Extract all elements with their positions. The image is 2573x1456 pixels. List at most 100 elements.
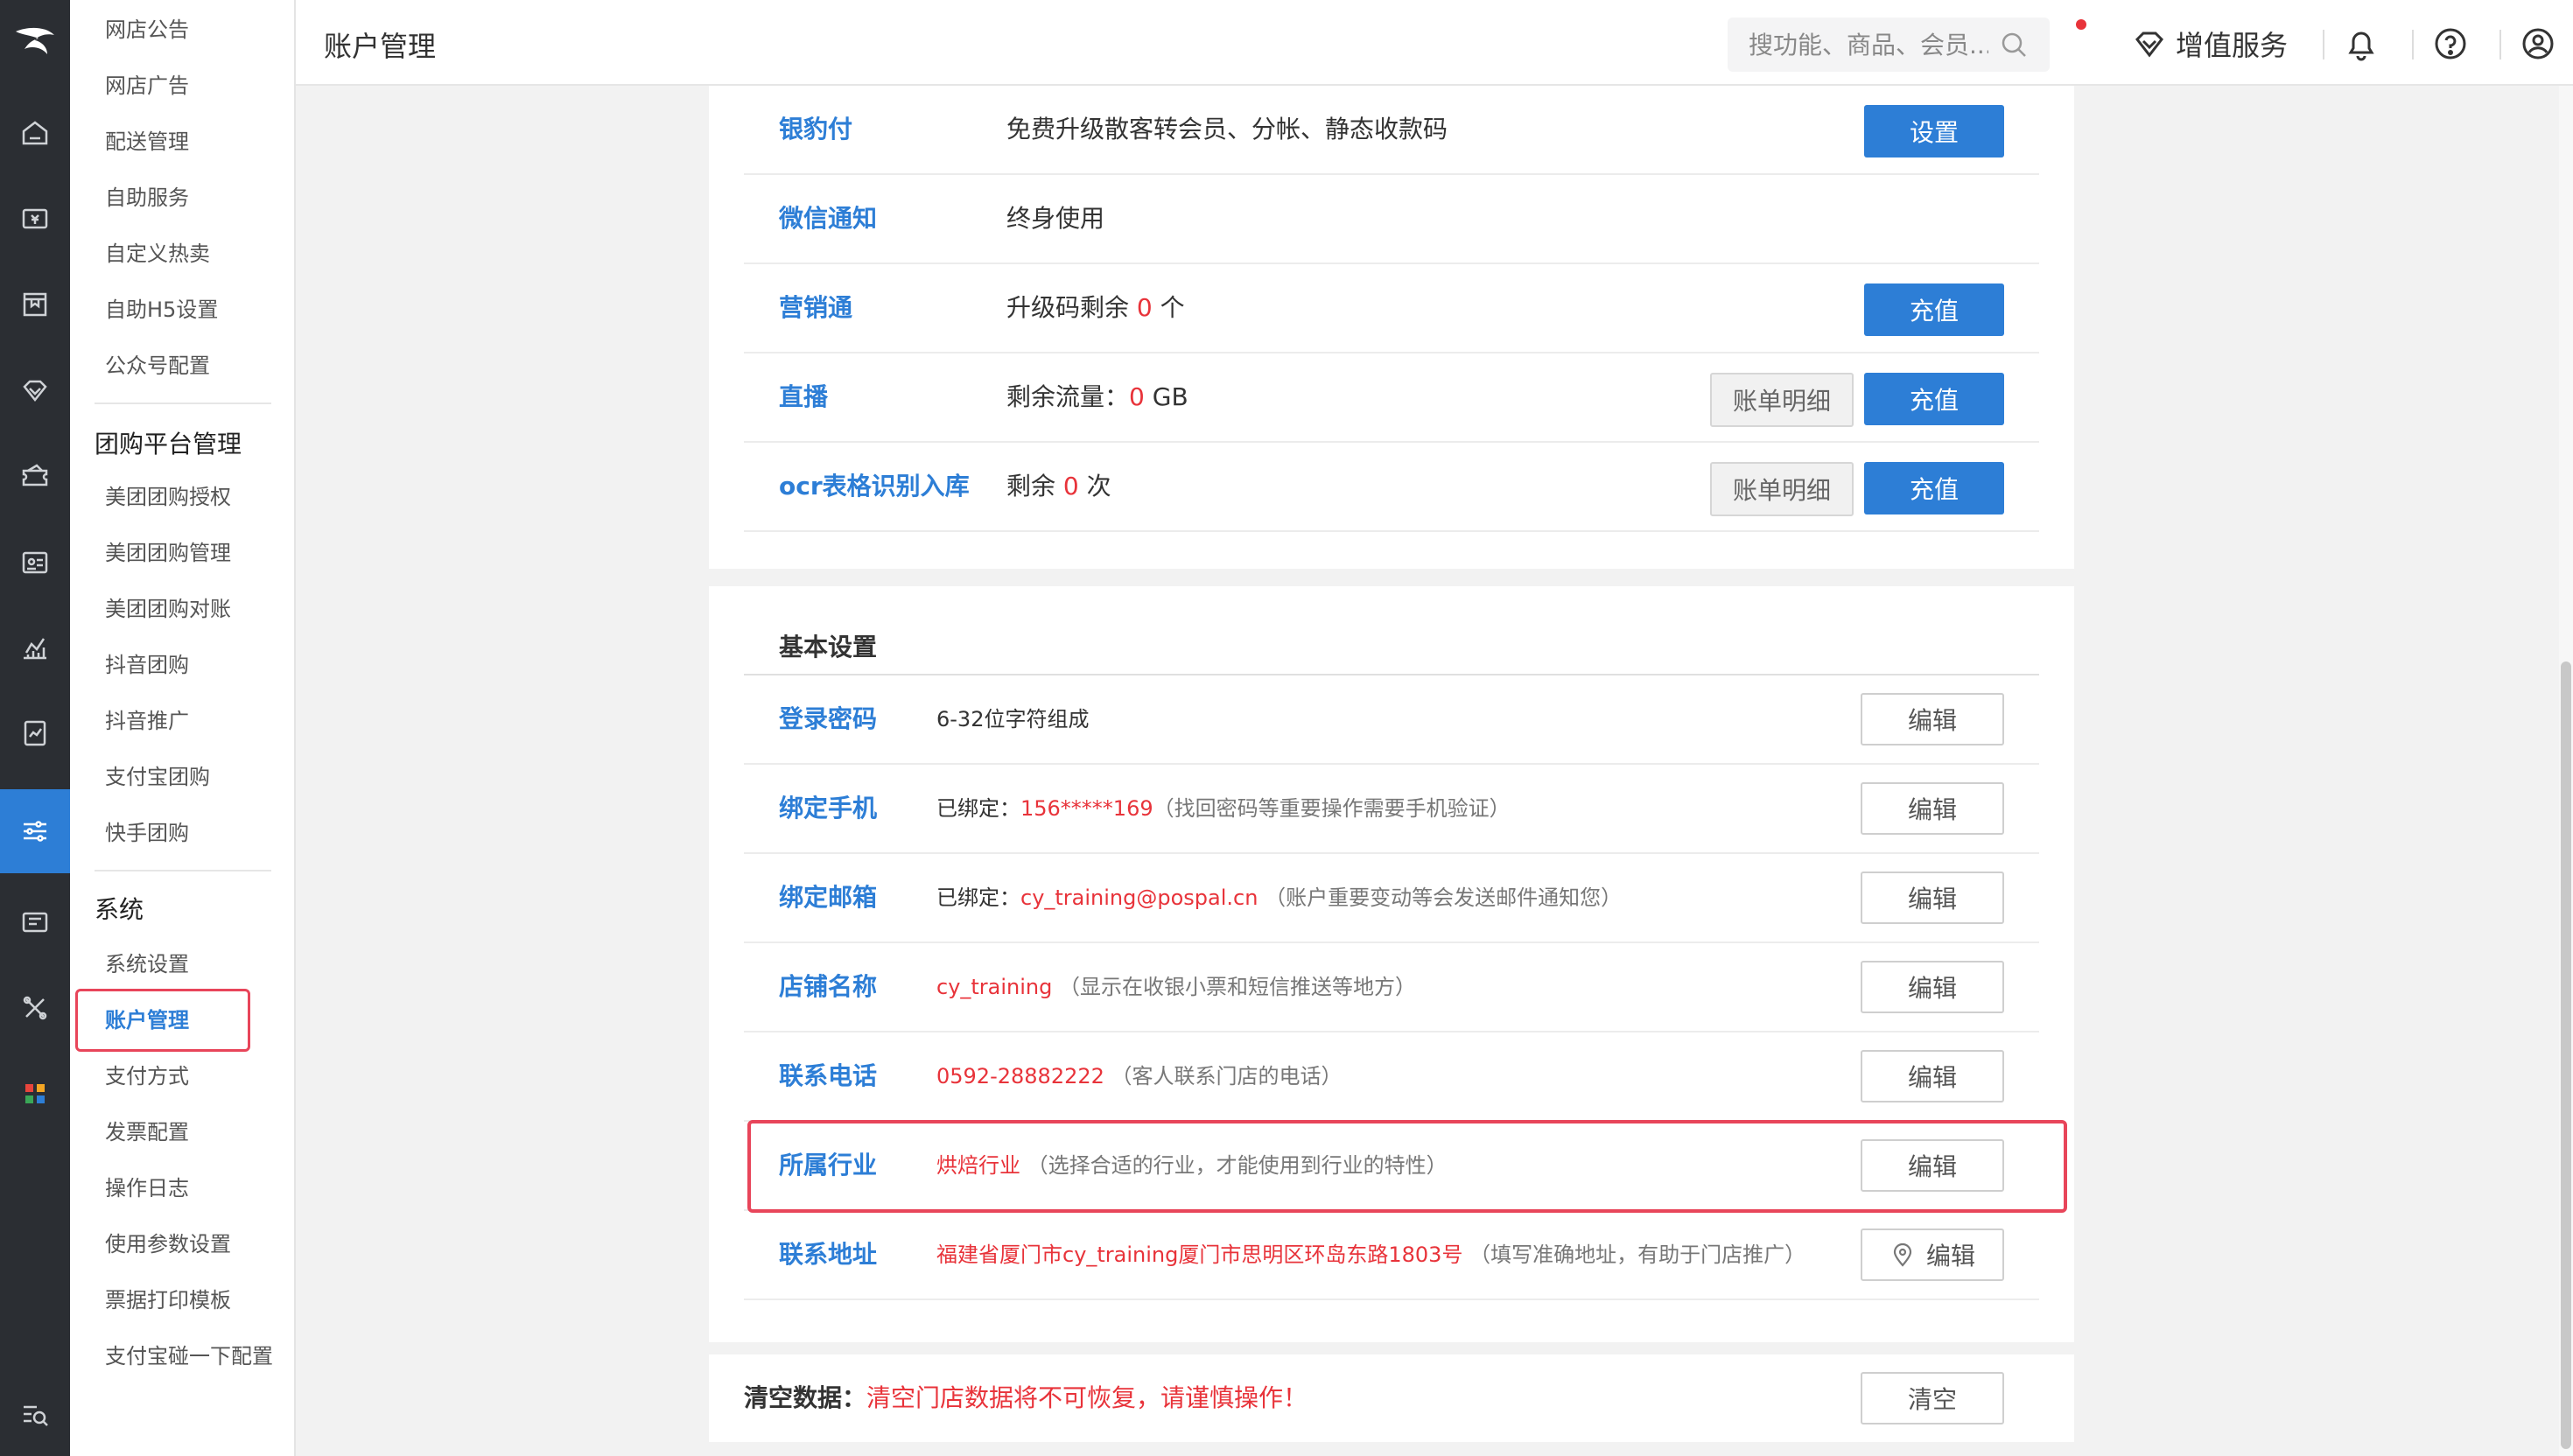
menu-item-params[interactable]: 使用参数设置 (105, 1227, 231, 1262)
search-icon[interactable] (1999, 30, 2029, 60)
edit-button[interactable]: 编辑 (1861, 782, 2004, 835)
recharge-button[interactable]: 充值 (1864, 284, 2004, 336)
service-row-ocr: ocr表格识别入库 剩余 0 次 账单明细 充值 (744, 443, 2039, 532)
menu-group-tuangou: 团购平台管理 (95, 430, 242, 458)
topbar-separator (2323, 30, 2324, 60)
menu-group-system: 系统 (95, 895, 144, 924)
service-row-yinbaofu: 银豹付 免费升级散客转会员、分帐、静态收款码 设置 (744, 86, 2039, 175)
setting-label: 联系地址 (779, 1240, 878, 1269)
value-added-service-label: 增值服务 (2176, 29, 2289, 62)
user-avatar-icon[interactable] (2519, 24, 2557, 63)
secondary-menu: 网店公告 网店广告 配送管理 自助服务 自定义热卖 自助H5设置 公众号配置 团… (70, 0, 296, 1456)
setting-row-address: 联系地址 福建省厦门市cy_training厦门市思明区环岛东路1803号 （填… (744, 1211, 2039, 1300)
recharge-button[interactable]: 充值 (1864, 373, 2004, 425)
bell-icon[interactable] (2342, 24, 2380, 63)
menu-item-store-ads[interactable]: 网店广告 (105, 68, 189, 103)
coupon-icon[interactable] (0, 434, 70, 518)
menu-divider (95, 402, 271, 404)
service-row-weixin: 微信通知 终身使用 (744, 175, 2039, 264)
setting-desc: cy_training （显示在收银小票和短信推送等地方） (936, 975, 1417, 999)
clear-button[interactable]: 清空 (1861, 1372, 2004, 1424)
notification-dot (2076, 19, 2086, 30)
setup-button[interactable]: 设置 (1864, 105, 2004, 158)
help-icon[interactable] (2431, 24, 2470, 63)
topbar-separator (2499, 30, 2501, 60)
menu-item-kuaishou-group[interactable]: 快手团购 (105, 816, 189, 850)
menu-item-delivery[interactable]: 配送管理 (105, 124, 189, 159)
menu-item-invoice[interactable]: 发票配置 (105, 1115, 189, 1150)
cashier-icon[interactable] (0, 177, 70, 261)
menu-item-system-settings[interactable]: 系统设置 (105, 947, 189, 982)
active-menu-highlight (75, 989, 250, 1052)
industry-row-highlight (747, 1120, 2067, 1213)
menu-item-alipay-group[interactable]: 支付宝团购 (105, 760, 210, 794)
diamond-icon (2135, 32, 2163, 58)
service-label: 银豹付 (779, 115, 853, 144)
menu-item-self-service[interactable]: 自助服务 (105, 180, 189, 215)
setting-label: 绑定手机 (779, 794, 878, 822)
setting-label: 登录密码 (779, 704, 878, 733)
service-desc: 免费升级散客转会员、分帐、静态收款码 (1006, 115, 1448, 144)
menu-item-meituan-reconcile[interactable]: 美团团购对账 (105, 592, 231, 626)
menu-item-douyin-group[interactable]: 抖音团购 (105, 648, 189, 682)
product-icon[interactable] (0, 262, 70, 346)
setting-row-tel: 联系电话 0592-28882222 （客人联系门店的电话） 编辑 (744, 1032, 2039, 1122)
home-icon[interactable] (0, 91, 70, 175)
clear-data-text: 清空数据：清空门店数据将不可恢复，请谨慎操作！ (744, 1354, 1308, 1442)
menu-item-store-notice[interactable]: 网店公告 (105, 12, 189, 47)
bill-detail-button[interactable]: 账单明细 (1710, 462, 1854, 516)
icon-rail (0, 0, 70, 1456)
edit-button[interactable]: 编辑 (1861, 693, 2004, 746)
setting-row-phone: 绑定手机 已绑定：156*****169（找回密码等重要操作需要手机验证） 编辑 (744, 765, 2039, 854)
bill-detail-button[interactable]: 账单明细 (1710, 373, 1854, 427)
service-desc: 剩余流量：0 GB (1006, 382, 1188, 411)
service-desc: 终身使用 (1006, 204, 1105, 233)
service-desc: 升级码剩余 0 个 (1006, 293, 1185, 322)
menu-item-meituan-manage[interactable]: 美团团购管理 (105, 536, 231, 570)
tools-icon[interactable] (0, 966, 70, 1050)
menu-item-receipt-template[interactable]: 票据打印模板 (105, 1283, 231, 1318)
recharge-button[interactable]: 充值 (1864, 462, 2004, 514)
section-title: 基本设置 (779, 633, 878, 662)
scrollbar-thumb[interactable] (2561, 662, 2571, 1449)
device-icon[interactable] (0, 880, 70, 964)
edit-location-button[interactable]: 编辑 (1861, 1228, 2004, 1281)
setting-label: 绑定邮箱 (779, 883, 878, 912)
setting-label: 店铺名称 (779, 972, 878, 1001)
setting-desc: 0592-28882222 （客人联系门店的电话） (936, 1064, 1343, 1088)
service-label: 营销通 (779, 293, 853, 322)
menu-item-payment-methods[interactable]: 支付方式 (105, 1059, 189, 1094)
clear-data-label: 清空数据： (744, 1383, 867, 1412)
staff-card-icon[interactable] (0, 520, 70, 604)
menu-item-douyin-promo[interactable]: 抖音推广 (105, 704, 189, 738)
service-desc: 剩余 0 次 (1006, 472, 1111, 500)
setting-row-password: 登录密码 6-32位字符组成 编辑 (744, 676, 2039, 765)
menu-divider (95, 870, 271, 872)
location-pin-icon (1893, 1242, 1912, 1267)
settings-sliders-icon[interactable] (0, 789, 70, 873)
member-diamond-icon[interactable] (0, 348, 70, 432)
apps-grid-icon[interactable] (0, 1052, 70, 1136)
menu-search-icon[interactable] (0, 1372, 70, 1456)
setting-desc: 已绑定：156*****169（找回密码等重要操作需要手机验证） (936, 796, 1511, 821)
menu-item-custom-hot[interactable]: 自定义热卖 (105, 236, 210, 271)
menu-item-alipay-tap[interactable]: 支付宝碰一下配置 (105, 1339, 273, 1374)
menu-item-official-account[interactable]: 公众号配置 (105, 348, 210, 383)
report-chart-icon[interactable] (0, 606, 70, 690)
menu-item-h5-settings[interactable]: 自助H5设置 (105, 292, 218, 327)
edit-button[interactable]: 编辑 (1861, 961, 2004, 1013)
menu-item-operation-log[interactable]: 操作日志 (105, 1171, 189, 1206)
brand-logo-icon[interactable] (0, 0, 70, 84)
topbar-separator (2412, 30, 2414, 60)
edit-button[interactable]: 编辑 (1861, 872, 2004, 924)
clear-data-card: 清空数据：清空门店数据将不可恢复，请谨慎操作！ 清空 (709, 1354, 2074, 1442)
setting-label: 联系电话 (779, 1061, 878, 1090)
finance-report-icon[interactable] (0, 691, 70, 775)
edit-button[interactable]: 编辑 (1861, 1050, 2004, 1102)
value-added-service-button[interactable]: 增值服务 (2132, 23, 2288, 65)
clear-data-warning: 清空门店数据将不可恢复，请谨慎操作！ (866, 1383, 1308, 1412)
menu-item-meituan-auth[interactable]: 美团团购授权 (105, 480, 231, 514)
service-label: ocr表格识别入库 (779, 472, 970, 500)
service-row-yingxiao: 营销通 升级码剩余 0 个 充值 (744, 264, 2039, 354)
setting-desc: 福建省厦门市cy_training厦门市思明区环岛东路1803号 （填写准确地址… (936, 1242, 1806, 1267)
